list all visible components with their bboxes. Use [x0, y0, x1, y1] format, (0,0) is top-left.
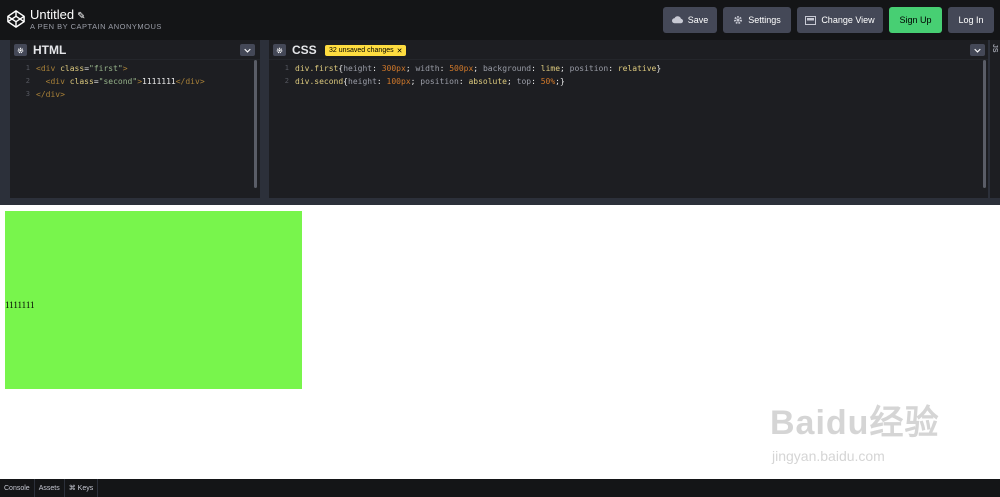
div-second-text: 1111111 — [5, 300, 35, 310]
css-code-editor[interactable]: 1 div.first{height: 300px; width: 500px; … — [269, 62, 988, 88]
css-collapse-chevron-down-icon[interactable] — [970, 44, 985, 56]
watermark-sub-text: jingyan.baidu.com — [772, 448, 885, 464]
change-view-label: Change View — [821, 15, 875, 25]
css-pane-title: CSS — [292, 43, 317, 57]
div-first-box: 1111111 — [5, 211, 302, 389]
unsaved-changes-badge[interactable]: 32 unsaved changes ✕ — [325, 45, 407, 56]
css-editor-pane: CSS 32 unsaved changes ✕ 1 div.first{heig… — [269, 40, 988, 198]
html-scrollbar[interactable] — [254, 60, 257, 188]
html-line-number: 2 — [25, 77, 30, 85]
html-pane-header: HTML — [10, 40, 260, 60]
pane-resizer[interactable] — [262, 40, 265, 198]
html-line-number: 1 — [25, 64, 30, 72]
html-settings-gear-icon[interactable] — [14, 44, 27, 56]
log-in-button[interactable]: Log In — [948, 7, 994, 33]
keys-button[interactable]: ⌘ Keys — [65, 479, 99, 497]
close-icon[interactable]: ✕ — [397, 47, 403, 55]
css-pane-header: CSS 32 unsaved changes ✕ — [269, 40, 988, 60]
js-pane-collapsed[interactable]: JS — [990, 40, 1000, 198]
pen-title[interactable]: Untitled ✎ — [30, 7, 85, 22]
top-header: Untitled ✎ A PEN BY CAPTAIN ANONYMOUS Sav… — [0, 0, 1000, 40]
change-view-button[interactable]: Change View — [797, 7, 883, 33]
gear-icon — [734, 16, 743, 24]
settings-button[interactable]: Settings — [723, 7, 791, 33]
editor-area: HTML 1 <div class="first"> 2 <div class="s… — [0, 40, 1000, 205]
css-scrollbar[interactable] — [983, 60, 986, 188]
html-line-text: </div> — [36, 90, 65, 99]
bottom-bar: Console Assets ⌘ Keys — [0, 479, 1000, 497]
console-button[interactable]: Console — [0, 479, 35, 497]
css-code-line[interactable]: 1 div.first{height: 300px; width: 500px; … — [269, 62, 988, 75]
baidu-watermark: Baidu经验 jingyan.baidu.com — [770, 390, 950, 470]
css-line-number: 2 — [284, 77, 289, 85]
settings-label: Settings — [748, 15, 781, 25]
html-editor-pane: HTML 1 <div class="first"> 2 <div class="s… — [10, 40, 260, 198]
cloud-icon — [671, 16, 683, 24]
html-code-editor[interactable]: 1 <div class="first"> 2 <div class="second… — [10, 62, 260, 101]
watermark-main-text: Baidu经验 — [770, 404, 940, 442]
unsaved-changes-text: 32 unsaved changes — [329, 47, 394, 54]
layout-icon — [805, 15, 817, 25]
css-code-line[interactable]: 2 div.second{height: 100px; position: abs… — [269, 75, 988, 88]
pen-author: A PEN BY CAPTAIN ANONYMOUS — [30, 22, 162, 31]
html-code-line[interactable]: 2 <div class="second">1111111</div> — [10, 75, 260, 88]
html-line-number: 3 — [25, 90, 30, 98]
assets-button[interactable]: Assets — [35, 479, 65, 497]
html-line-text: <div class="second">1111111</div> — [45, 77, 205, 86]
pencil-icon[interactable]: ✎ — [77, 11, 85, 22]
html-pane-title: HTML — [33, 43, 67, 57]
html-collapse-chevron-down-icon[interactable] — [240, 44, 255, 56]
html-line-text: <div class="first"> — [36, 64, 128, 73]
sign-up-button[interactable]: Sign Up — [889, 7, 942, 33]
css-line-text: div.first{height: 300px; width: 500px; b… — [295, 64, 662, 73]
pen-title-text[interactable]: Untitled — [30, 7, 74, 22]
css-line-text: div.second{height: 100px; position: abso… — [295, 77, 565, 86]
save-label: Save — [687, 15, 709, 25]
save-button[interactable]: Save — [663, 7, 717, 33]
js-pane-title: JS — [991, 44, 998, 53]
css-settings-gear-icon[interactable] — [273, 44, 286, 56]
css-line-number: 1 — [284, 64, 289, 72]
html-code-line[interactable]: 1 <div class="first"> — [10, 62, 260, 75]
html-code-line[interactable]: 3 </div> — [10, 88, 260, 101]
codepen-logo-icon[interactable] — [7, 10, 25, 28]
